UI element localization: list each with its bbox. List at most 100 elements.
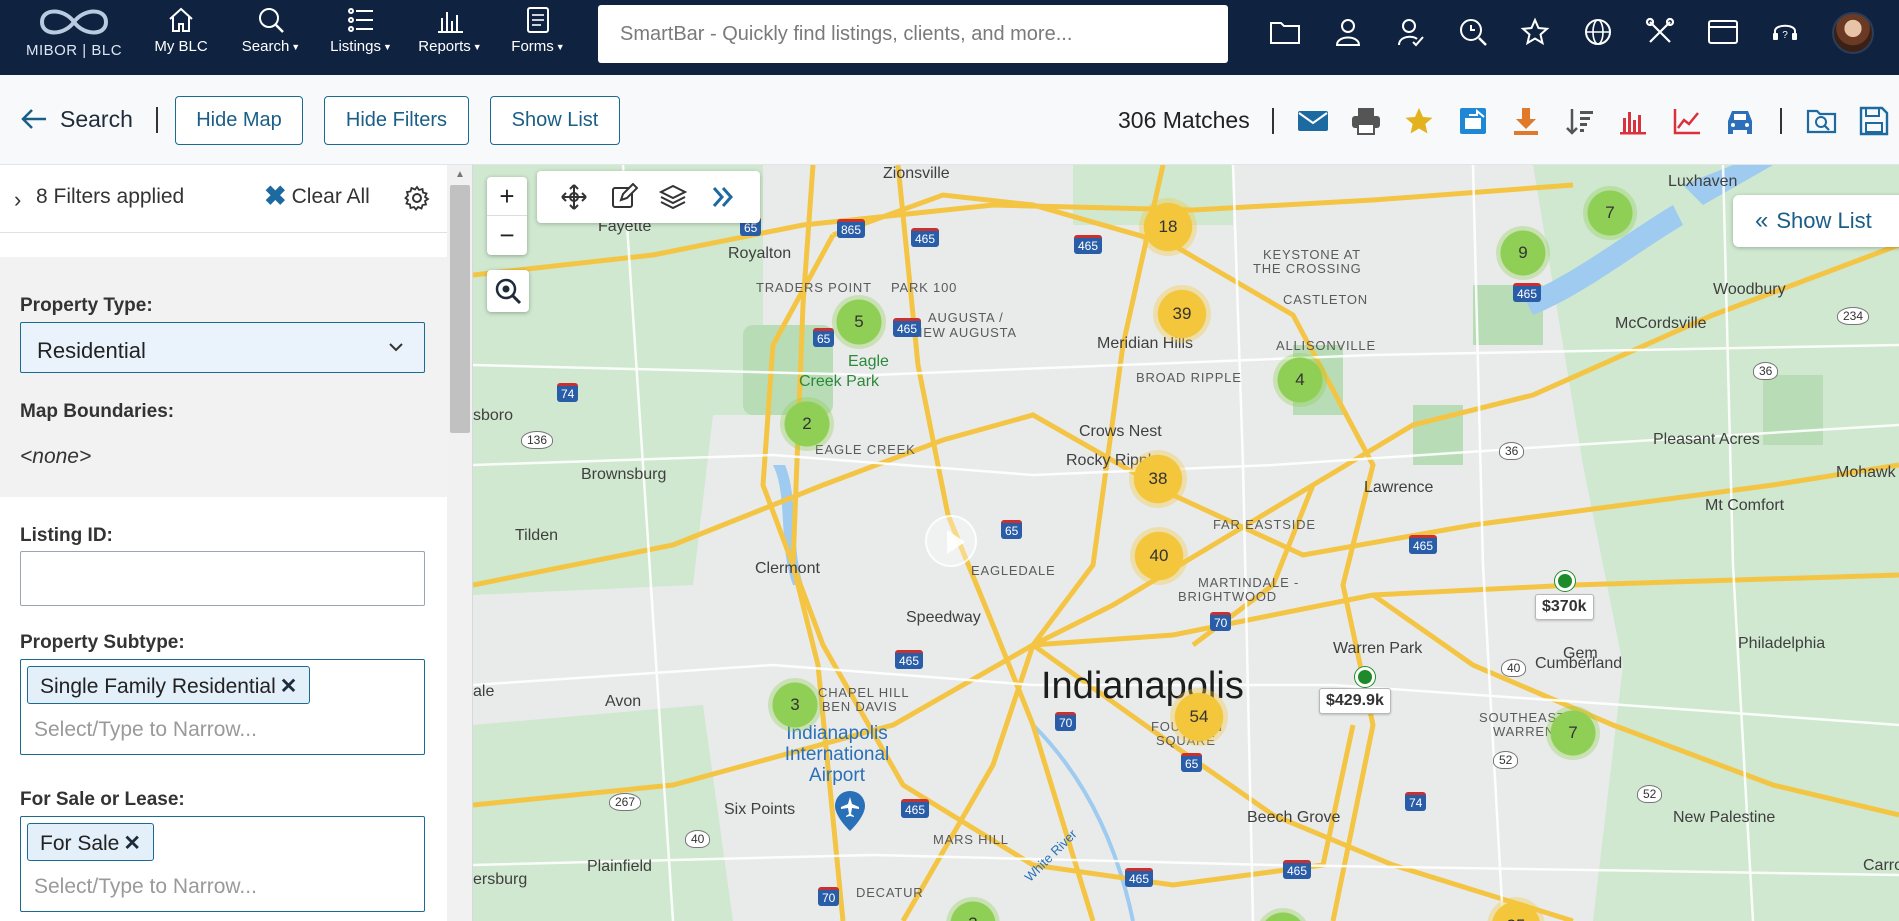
- listing-cluster[interactable]: 54: [1170, 688, 1228, 746]
- filters-applied-label[interactable]: 8 Filters applied: [36, 185, 184, 209]
- bar-chart-icon: [438, 12, 463, 33]
- favorite-star-icon[interactable]: [1402, 104, 1436, 138]
- scrollbar-thumb[interactable]: [450, 185, 470, 433]
- highway-shield: 70: [1055, 712, 1077, 731]
- map-place-label: Creek Park: [799, 373, 880, 390]
- listing-cluster[interactable]: 40: [1130, 527, 1188, 585]
- globe-icon[interactable]: [1580, 14, 1616, 50]
- back-button[interactable]: Search: [20, 103, 133, 135]
- highway-shield: 52: [1637, 785, 1663, 803]
- zoom-out-button[interactable]: −: [487, 216, 527, 255]
- map-place-label: Eagle: [848, 353, 889, 370]
- map-view[interactable]: Zionsville Fayette Royalton TRADERS POIN…: [473, 165, 1899, 921]
- map-place-label: Clermont: [755, 560, 820, 577]
- map-place-label: AUGUSTA /: [928, 310, 1004, 325]
- print-icon[interactable]: [1349, 104, 1383, 138]
- map-place-label: PARK 100: [891, 280, 958, 295]
- zoom-in-button[interactable]: +: [487, 177, 527, 216]
- for-sale-or-lease-placeholder[interactable]: Select/Type to Narrow...: [34, 875, 257, 899]
- hide-filters-button[interactable]: Hide Filters: [324, 96, 469, 145]
- mibor-logo[interactable]: MIBOR | BLC: [18, 4, 130, 64]
- highway-shield: 70: [1210, 612, 1232, 631]
- arrow-left-icon: [21, 109, 46, 129]
- draw-edit-icon[interactable]: [610, 183, 638, 211]
- map-zoom-search-button[interactable]: [487, 270, 529, 312]
- map-place-label: FAR EASTSIDE: [1213, 517, 1316, 532]
- listing-cluster[interactable]: 2: [780, 397, 834, 451]
- help-icon[interactable]: ?: [1767, 14, 1803, 50]
- listing-cluster[interactable]: 9: [1496, 226, 1550, 280]
- listing-cluster[interactable]: 5: [832, 295, 886, 349]
- star-icon[interactable]: [1517, 14, 1553, 50]
- scroll-up-icon[interactable]: ▲: [455, 169, 465, 180]
- map-search-icon[interactable]: [1805, 104, 1839, 138]
- listing-id-input[interactable]: [20, 551, 425, 606]
- email-icon[interactable]: [1296, 104, 1330, 138]
- nav-label: Forms: [511, 38, 554, 55]
- smartbar-input[interactable]: [598, 5, 1228, 63]
- gear-icon[interactable]: [404, 185, 430, 211]
- chevron-right-icon[interactable]: ›: [14, 187, 21, 213]
- for-sale-or-lease-field[interactable]: For Sale ✕ Select/Type to Narrow...: [20, 816, 425, 912]
- save-icon[interactable]: [1857, 104, 1891, 138]
- highway-shield: 267: [609, 793, 642, 811]
- price-label[interactable]: $370k: [1535, 594, 1594, 620]
- listing-cluster[interactable]: 39: [1153, 285, 1211, 343]
- sort-icon[interactable]: [1563, 104, 1597, 138]
- download-icon[interactable]: [1509, 104, 1543, 138]
- double-chevron-right-icon[interactable]: [709, 183, 737, 211]
- show-list-button[interactable]: Show List: [490, 96, 620, 145]
- highway-shield: 465: [1125, 868, 1154, 887]
- layers-icon[interactable]: [659, 183, 688, 211]
- pan-move-icon[interactable]: [560, 183, 588, 211]
- nav-forms[interactable]: Forms ▼: [506, 5, 570, 65]
- play-icon[interactable]: [925, 515, 977, 567]
- listing-cluster[interactable]: 7: [1583, 186, 1637, 240]
- bar-chart-icon[interactable]: [1616, 104, 1650, 138]
- search-history-icon[interactable]: [1455, 14, 1491, 50]
- property-subtype-placeholder[interactable]: Select/Type to Narrow...: [34, 718, 257, 742]
- clear-all-button[interactable]: ✖ Clear All: [264, 183, 370, 210]
- listing-cluster[interactable]: 3: [768, 678, 822, 732]
- user-icon[interactable]: [1330, 14, 1366, 50]
- nav-listings[interactable]: Listings ▼: [324, 5, 398, 65]
- for-sale-or-lease-label: For Sale or Lease:: [20, 789, 185, 810]
- property-type-select[interactable]: Residential: [20, 322, 425, 373]
- property-subtype-field[interactable]: Single Family Residential ✕ Select/Type t…: [20, 659, 425, 755]
- user-check-icon[interactable]: [1392, 14, 1428, 50]
- divider: [1780, 108, 1782, 134]
- listing-pin[interactable]: [1555, 571, 1575, 591]
- remove-tag-icon[interactable]: ✕: [280, 675, 298, 698]
- property-type-value: Residential: [37, 338, 146, 363]
- export-icon[interactable]: [1456, 104, 1490, 138]
- nav-reports[interactable]: Reports ▼: [412, 5, 488, 65]
- avatar[interactable]: [1832, 12, 1874, 54]
- folder-icon[interactable]: [1267, 14, 1303, 50]
- clear-all-label: Clear All: [291, 184, 370, 208]
- browser-window-icon[interactable]: [1705, 14, 1741, 50]
- map-place-label: DECATUR: [856, 885, 924, 900]
- listing-cluster[interactable]: 7: [1546, 706, 1600, 760]
- nav-my-blc[interactable]: My BLC: [150, 5, 212, 65]
- hide-map-button[interactable]: Hide Map: [175, 96, 303, 145]
- zoom-search-icon: [495, 278, 522, 305]
- remove-tag-icon[interactable]: ✕: [123, 832, 141, 855]
- divider: [1272, 108, 1274, 134]
- listing-cluster[interactable]: 4: [1273, 353, 1327, 407]
- map-place-label: Mt Comfort: [1705, 497, 1785, 514]
- car-icon[interactable]: [1723, 104, 1757, 138]
- listing-cluster[interactable]: 38: [1129, 450, 1187, 508]
- nav-search[interactable]: Search ▼: [236, 5, 306, 65]
- trend-chart-icon[interactable]: [1670, 104, 1704, 138]
- for-sale-tag[interactable]: For Sale ✕: [27, 823, 154, 861]
- list-icon: [348, 8, 373, 32]
- listing-pin[interactable]: [1355, 667, 1375, 687]
- map-show-list-button[interactable]: « Show List: [1733, 195, 1899, 247]
- tools-icon[interactable]: [1642, 14, 1678, 50]
- sidebar-scrollbar[interactable]: ▲: [447, 165, 472, 921]
- price-label[interactable]: $429.9k: [1319, 688, 1391, 714]
- property-subtype-tag[interactable]: Single Family Residential ✕: [27, 666, 311, 704]
- highway-shield: 465: [911, 228, 940, 247]
- listing-cluster[interactable]: 18: [1139, 198, 1197, 256]
- map-place-label: CASTLETON: [1283, 292, 1368, 307]
